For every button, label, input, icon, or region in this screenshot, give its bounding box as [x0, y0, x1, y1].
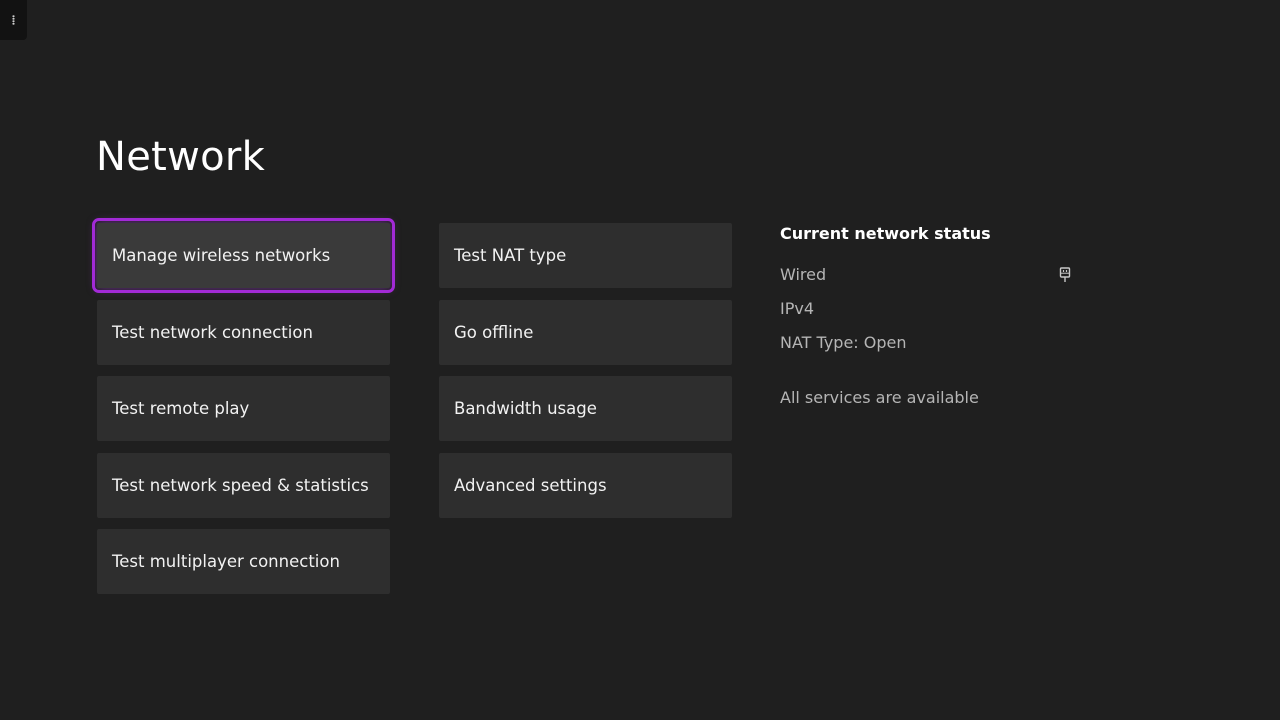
ip-version: IPv4: [780, 299, 815, 318]
tile-label: Test multiplayer connection: [112, 552, 340, 571]
test-remote-play-button[interactable]: Test remote play: [97, 376, 390, 441]
page-title: Network: [96, 134, 266, 180]
go-offline-button[interactable]: Go offline: [439, 299, 732, 365]
nat-type-row: NAT Type: Open: [780, 332, 1080, 366]
menu-column-left: Manage wireless networks Test network co…: [92, 218, 395, 606]
ip-version-row: IPv4: [780, 298, 1080, 332]
tile-label: Advanced settings: [454, 475, 607, 495]
status-heading: Current network status: [780, 224, 991, 243]
tile-label: Manage wireless networks: [112, 246, 331, 265]
test-nat-type-button[interactable]: Test NAT type: [439, 223, 732, 288]
tile-label: Test NAT type: [454, 246, 567, 265]
tile-label: Bandwidth usage: [454, 399, 597, 418]
test-network-connection-button[interactable]: Test network connection: [97, 299, 390, 365]
network-status-panel: Current network status Wired IPv4 NAT Ty…: [780, 224, 1080, 407]
ethernet-plug-icon: [1059, 267, 1071, 282]
tile-label: Test remote play: [112, 399, 250, 418]
guide-handle[interactable]: [0, 0, 27, 40]
tile-label: Test network connection: [112, 322, 313, 342]
services-status: All services are available: [780, 388, 979, 407]
menu-column-right: Test NAT type Go offline Bandwidth usage…: [439, 223, 732, 529]
bandwidth-usage-button[interactable]: Bandwidth usage: [439, 376, 732, 441]
tile-label: Go offline: [454, 322, 534, 342]
test-network-speed-button[interactable]: Test network speed & statistics: [97, 452, 390, 518]
advanced-settings-button[interactable]: Advanced settings: [439, 452, 732, 518]
test-multiplayer-connection-button[interactable]: Test multiplayer connection: [97, 529, 390, 594]
connection-type-row: Wired: [780, 264, 1080, 298]
tile-label: Test network speed & statistics: [112, 475, 369, 495]
connection-type: Wired: [780, 265, 827, 284]
nat-type: NAT Type: Open: [780, 333, 907, 352]
manage-wireless-networks-button[interactable]: Manage wireless networks: [92, 218, 395, 293]
grip-dots-icon: [12, 15, 15, 25]
